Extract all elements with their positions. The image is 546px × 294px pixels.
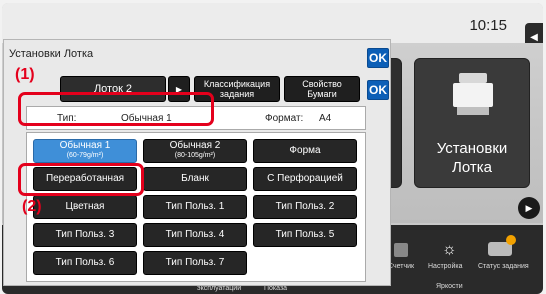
tray-settings-tile[interactable]: Установки Лотка (414, 58, 530, 188)
type-button-plain-2[interactable]: Обычная 2 (80-105g/m²) (143, 139, 247, 163)
type-button-user-1[interactable]: Тип Польз. 1 (143, 195, 247, 219)
callout-highlight-2 (18, 163, 144, 196)
next-page-icon[interactable]: ▶ (518, 197, 540, 219)
dialog-title: Установки Лотка (9, 48, 94, 60)
format-value: A4 (319, 113, 332, 124)
counter-label[interactable]: Счетчик (388, 263, 414, 270)
status-bar: 10:15 ◀ (2, 3, 543, 51)
counter-icon[interactable] (394, 243, 408, 257)
type-button-plain-1[interactable]: Обычная 1 (60-79g/m²) (33, 139, 137, 163)
type-button-user-2[interactable]: Тип Польз. 2 (253, 195, 357, 219)
brightness-icon[interactable]: ☼ (442, 241, 457, 259)
tab-paper-property[interactable]: Свойство Бумаги (284, 76, 360, 102)
type-button-user-3[interactable]: Тип Польз. 3 (33, 223, 137, 247)
type-button-color[interactable]: Цветная (33, 195, 137, 219)
type-button-letterhead[interactable]: Бланк (143, 167, 247, 191)
type-button-form[interactable]: Форма (253, 139, 357, 163)
printer-icon (453, 73, 493, 117)
callout-label-2: (2) (22, 198, 42, 215)
ok-button[interactable]: OK (367, 48, 389, 68)
ok-button-secondary[interactable]: OK (367, 80, 389, 100)
brightness-label-2: Яркости (436, 283, 463, 290)
operation-label: эксплуатации (197, 285, 242, 292)
type-button-user-4[interactable]: Тип Польз. 4 (143, 223, 247, 247)
type-button-pre-punched[interactable]: С Перфорацией (253, 167, 357, 191)
device-bezel: 10:15 ◀ Установки Лотка ▶ Y эксплуатации… (0, 0, 546, 294)
brightness-label[interactable]: Настройка (428, 263, 462, 270)
callout-label-1: (1) (15, 66, 35, 83)
callout-highlight-1 (18, 92, 214, 126)
display-label: Показа (264, 285, 288, 292)
type-button-user-7[interactable]: Тип Польз. 7 (143, 251, 247, 275)
type-button-user-5[interactable]: Тип Польз. 5 (253, 223, 357, 247)
type-button-user-6[interactable]: Тип Польз. 6 (33, 251, 137, 275)
format-label: Формат: (265, 113, 304, 124)
paper-type-grid: Обычная 1 (60-79g/m²) Обычная 2 (80-105g/m… (26, 132, 366, 282)
clock: 10:15 (469, 17, 507, 34)
job-status-label[interactable]: Статус задания (478, 263, 529, 270)
job-alert-icon (506, 235, 516, 245)
tray-settings-tile-label: Установки Лотка (436, 140, 508, 176)
